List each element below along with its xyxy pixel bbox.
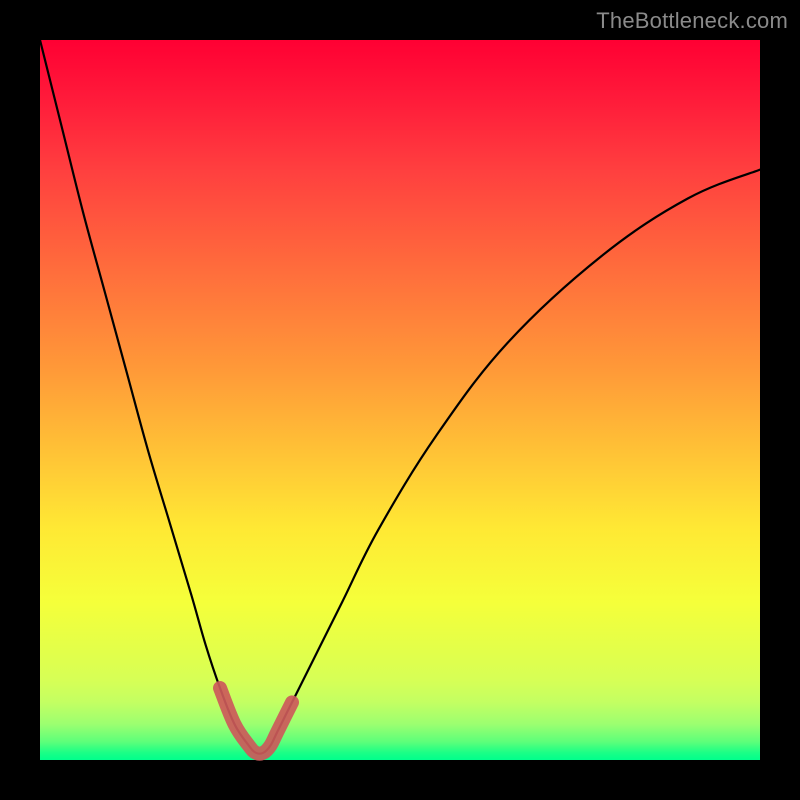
chart-frame: TheBottleneck.com [0, 0, 800, 800]
watermark-text: TheBottleneck.com [596, 8, 788, 34]
curve-layer [40, 40, 760, 760]
highlight-segment [220, 688, 292, 754]
plot-area [40, 40, 760, 760]
bottleneck-curve [40, 40, 760, 754]
